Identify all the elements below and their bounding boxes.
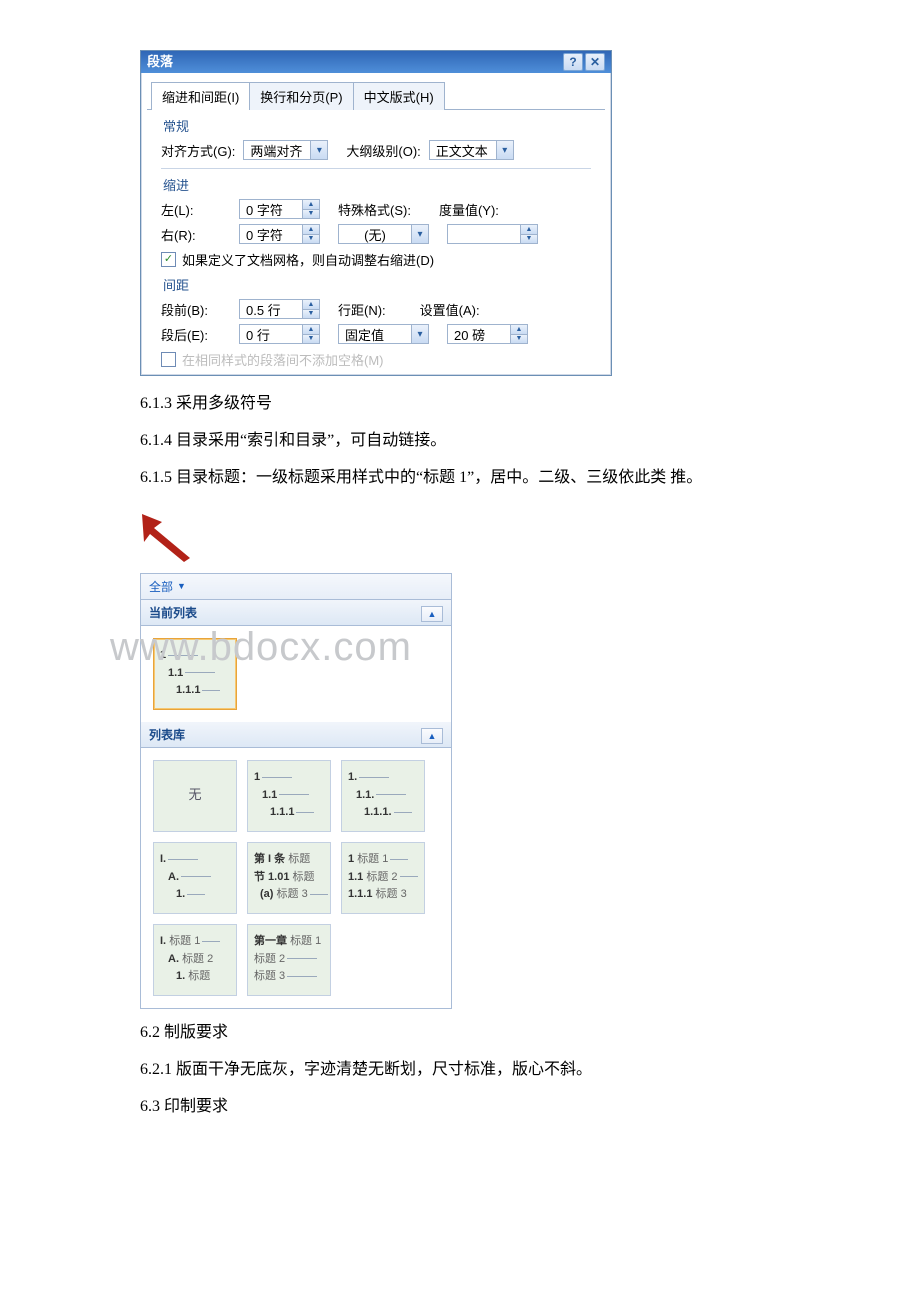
chevron-down-icon[interactable]: ▾ bbox=[411, 325, 428, 343]
section-current-label: 当前列表 bbox=[149, 606, 197, 620]
space-before-value: 0.5 行 bbox=[240, 300, 302, 319]
space-after-value: 0 行 bbox=[240, 325, 302, 344]
set-value-label: 设置值(A): bbox=[420, 300, 480, 319]
spinner-icon[interactable]: ▲▼ bbox=[302, 200, 319, 218]
indent-right-input[interactable]: 0 字符 ▲▼ bbox=[239, 224, 320, 244]
list-tile-none[interactable]: 无 bbox=[153, 760, 237, 832]
no-space-label: 在相同样式的段落间不添加空格(M) bbox=[182, 350, 384, 369]
dialog-tabs: 缩进和间距(I) 换行和分页(P) 中文版式(H) bbox=[141, 73, 611, 109]
collapse-icon[interactable]: ▲ bbox=[421, 606, 443, 622]
special-format-value: (无) bbox=[339, 225, 411, 244]
list-tile[interactable]: I. A. 1. bbox=[153, 842, 237, 914]
indent-right-value: 0 字符 bbox=[240, 225, 302, 244]
special-format-select[interactable]: (无) ▾ bbox=[338, 224, 429, 244]
indent-left-input[interactable]: 0 字符 ▲▼ bbox=[239, 199, 320, 219]
alignment-select[interactable]: 两端对齐 ▾ bbox=[243, 140, 328, 160]
section-current-list: 当前列表 ▲ bbox=[141, 600, 451, 626]
measure-input[interactable]: ▲▼ bbox=[447, 224, 538, 244]
outline-select[interactable]: 正文文本 ▾ bbox=[429, 140, 514, 160]
list-tile[interactable]: 第一章 标题 1 标题 2 标题 3 bbox=[247, 924, 331, 996]
section-library-label: 列表库 bbox=[149, 728, 185, 742]
spinner-icon[interactable]: ▲▼ bbox=[510, 325, 527, 343]
set-value-value: 20 磅 bbox=[448, 325, 510, 344]
arrow-annotation bbox=[140, 512, 780, 567]
body-text: 6.1.5 目录标题：一级标题采用样式中的“标题 1”，居中。二级、三级依此类 … bbox=[140, 464, 780, 491]
indent-left-label: 左(L): bbox=[161, 200, 231, 219]
spinner-icon[interactable]: ▲▼ bbox=[302, 300, 319, 318]
list-tile[interactable]: 1 1.1 1.1.1 bbox=[247, 760, 331, 832]
list-tile-current[interactable]: 1 1.1 1.1.1 bbox=[153, 638, 237, 710]
list-tile[interactable]: 第 I 条 标题 节 1.01 标题 (a) 标题 3 bbox=[247, 842, 331, 914]
arrow-icon bbox=[140, 512, 210, 562]
outline-label: 大纲级别(O): bbox=[346, 141, 420, 160]
spinner-icon[interactable]: ▲▼ bbox=[302, 225, 319, 243]
alignment-label: 对齐方式(G): bbox=[161, 141, 235, 160]
section-spacing: 间距 bbox=[163, 275, 591, 294]
close-icon[interactable]: ✕ bbox=[585, 53, 605, 71]
section-indent: 缩进 bbox=[163, 175, 591, 194]
spinner-icon[interactable]: ▲▼ bbox=[520, 225, 537, 243]
section-list-library: 列表库 ▲ bbox=[141, 722, 451, 748]
chevron-down-icon[interactable]: ▾ bbox=[310, 141, 327, 159]
space-after-input[interactable]: 0 行 ▲▼ bbox=[239, 324, 320, 344]
tab-line-page-breaks[interactable]: 换行和分页(P) bbox=[249, 82, 353, 110]
indent-left-value: 0 字符 bbox=[240, 200, 302, 219]
measure-label: 度量值(Y): bbox=[439, 200, 499, 219]
space-after-label: 段后(E): bbox=[161, 325, 231, 344]
section-general: 常规 bbox=[163, 116, 591, 135]
list-tile[interactable]: 1. 1.1. 1.1.1. bbox=[341, 760, 425, 832]
auto-indent-checkbox[interactable]: ✓ bbox=[161, 252, 176, 267]
body-text: 6.1.3 采用多级符号 bbox=[140, 390, 780, 417]
body-text: 6.3 印制要求 bbox=[140, 1093, 780, 1120]
alignment-value: 两端对齐 bbox=[244, 141, 310, 160]
chevron-down-icon[interactable]: ▾ bbox=[496, 141, 513, 159]
space-before-label: 段前(B): bbox=[161, 300, 231, 319]
special-format-label: 特殊格式(S): bbox=[338, 200, 411, 219]
space-before-input[interactable]: 0.5 行 ▲▼ bbox=[239, 299, 320, 319]
set-value-input[interactable]: 20 磅 ▲▼ bbox=[447, 324, 528, 344]
collapse-icon[interactable]: ▲ bbox=[421, 728, 443, 744]
body-text: 6.1.4 目录采用“索引和目录”，可自动链接。 bbox=[140, 427, 780, 454]
tab-indent-spacing[interactable]: 缩进和间距(I) bbox=[151, 82, 250, 110]
spinner-icon[interactable]: ▲▼ bbox=[302, 325, 319, 343]
outline-value: 正文文本 bbox=[430, 141, 496, 160]
list-tile[interactable]: 1 标题 1 1.1 标题 2 1.1.1 标题 3 bbox=[341, 842, 425, 914]
line-spacing-value: 固定值 bbox=[339, 325, 411, 344]
chevron-down-icon: ▼ bbox=[177, 581, 186, 591]
body-text: 6.2.1 版面干净无底灰，字迹清楚无断划，尺寸标准，版心不斜。 bbox=[140, 1056, 780, 1083]
list-tile[interactable]: I. 标题 1 A. 标题 2 1. 标题 bbox=[153, 924, 237, 996]
no-space-checkbox[interactable] bbox=[161, 352, 176, 367]
chevron-down-icon[interactable]: ▾ bbox=[411, 225, 428, 243]
multilevel-list-panel: 全部 ▼ 当前列表 ▲ 1 1.1 1.1.1 列表库 ▲ 无 1 1.1 1.… bbox=[140, 573, 452, 1009]
indent-right-label: 右(R): bbox=[161, 225, 231, 244]
tab-cjk-typography[interactable]: 中文版式(H) bbox=[353, 82, 445, 110]
all-filter[interactable]: 全部 ▼ bbox=[141, 574, 451, 600]
paragraph-dialog: 段落 ? ✕ 缩进和间距(I) 换行和分页(P) 中文版式(H) 常规 对齐方式… bbox=[140, 50, 612, 376]
dialog-titlebar: 段落 ? ✕ bbox=[141, 51, 611, 73]
line-spacing-select[interactable]: 固定值 ▾ bbox=[338, 324, 429, 344]
all-filter-label: 全部 bbox=[149, 578, 173, 595]
dialog-title: 段落 bbox=[147, 51, 173, 73]
body-text: 6.2 制版要求 bbox=[140, 1019, 780, 1046]
line-spacing-label: 行距(N): bbox=[338, 300, 386, 319]
auto-indent-label: 如果定义了文档网格，则自动调整右缩进(D) bbox=[182, 250, 434, 269]
help-icon[interactable]: ? bbox=[563, 53, 583, 71]
